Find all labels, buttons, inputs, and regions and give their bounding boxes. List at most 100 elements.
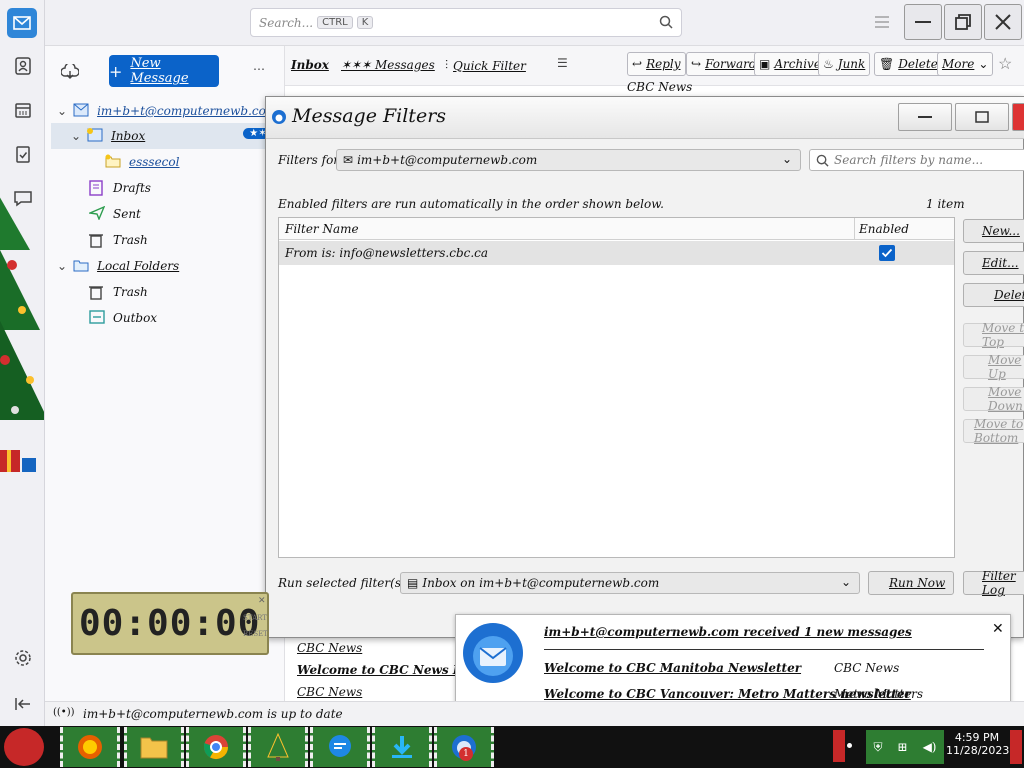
archive-button[interactable]: ▣ Archive (754, 52, 826, 76)
app-menu-icon[interactable] (875, 16, 889, 28)
security-alert-icon[interactable]: ⛨ (874, 740, 883, 755)
delete-button[interactable]: 🗑 Delete (874, 52, 943, 76)
taskbar-firefox[interactable] (60, 727, 120, 767)
junk-button[interactable]: ♨ Junk (818, 52, 871, 76)
account-select[interactable]: ✉ im+b+t@computernewb.com ⌄ (336, 149, 801, 171)
inbox-icon: ▤ (407, 576, 419, 590)
move-down-button[interactable]: Move Down (963, 385, 1024, 413)
more-button[interactable]: More ⌄ (937, 52, 994, 76)
thread-row-sender[interactable]: CBC News (297, 685, 362, 699)
star-icon[interactable]: ☆ (998, 54, 1012, 73)
taskbar-tree-app[interactable] (248, 727, 308, 767)
global-search-input[interactable]: Search... CTRL K (250, 8, 682, 37)
calendar-icon[interactable] (0, 88, 44, 132)
col-enabled[interactable]: Enabled (859, 222, 909, 236)
display-options-icon[interactable]: ☰ (557, 56, 568, 70)
volume-icon[interactable]: ◀) (923, 740, 937, 754)
account-row[interactable]: ⌄ im+b+t@computernewb.com (57, 98, 277, 124)
timer-start-button[interactable]: START (243, 614, 267, 622)
taskbar-explorer[interactable] (124, 727, 184, 767)
chevron-down-icon: ⌄ (71, 129, 82, 143)
get-messages-icon[interactable] (61, 64, 79, 80)
run-target-value: Inbox on im+b+t@computernewb.com (422, 576, 660, 590)
trash-icon (89, 232, 105, 248)
start-button[interactable] (4, 728, 44, 766)
trash-icon (89, 284, 105, 300)
quick-filter-label: Quick Filter (453, 58, 526, 73)
tree-icon (267, 733, 289, 761)
settings-icon[interactable] (0, 636, 44, 680)
folder-pane-menu-icon[interactable]: ⋯ (253, 62, 265, 76)
run-target-select[interactable]: ▤ Inbox on im+b+t@computernewb.com ⌄ (400, 572, 860, 594)
taskbar-badge: 1 (459, 747, 473, 761)
new-message-button[interactable]: + New Message (109, 55, 219, 87)
folder-icon (105, 154, 121, 170)
folder-drafts[interactable]: Drafts (89, 175, 151, 201)
quick-filter-button[interactable]: ⫶ Quick Filter (445, 58, 526, 73)
move-bottom-button[interactable]: Move to Bottom (963, 417, 1024, 445)
local-folders-row[interactable]: ⌄ Local Folders (57, 253, 179, 279)
dialog-close-button[interactable] (1012, 103, 1024, 131)
taskbar-downloader[interactable] (372, 727, 432, 767)
notification-sender: CBC News (834, 661, 900, 675)
filter-search-input[interactable]: Search filters by name... (809, 149, 1024, 171)
folder-inbox[interactable]: ⌄ Inbox ★✶✶ (51, 123, 281, 149)
timer-close-icon[interactable]: ✕ (258, 596, 266, 606)
folder-local-trash[interactable]: Trash (89, 279, 148, 305)
delete-filter-button[interactable]: Delete (963, 283, 1024, 307)
timer-display: 00:00:00 (79, 603, 261, 644)
clock-date: 11/28/2023 (946, 744, 1010, 757)
online-status-icon[interactable]: ((•)) (53, 707, 75, 718)
enabled-checkbox[interactable] (879, 245, 895, 261)
dialog-minimize-button[interactable] (898, 103, 952, 131)
folder-outbox[interactable]: Outbox (89, 305, 157, 331)
thread-row-sender[interactable]: Welcome to CBC News Po (297, 663, 469, 677)
folder-sent[interactable]: Sent (89, 201, 141, 227)
taskbar-chrome[interactable] (186, 727, 246, 767)
new-filter-button[interactable]: New... (963, 219, 1024, 243)
dialog-title: Message Filters (292, 105, 447, 127)
taskbar-clock[interactable]: 4:59 PM 11/28/2023 (946, 731, 1010, 765)
filters-description: Enabled filters are run automatically in… (278, 197, 664, 211)
chat-bubble-icon (329, 735, 351, 757)
folder-name: Inbox (291, 58, 329, 72)
collapse-spaces-icon[interactable] (0, 682, 44, 726)
folder-subfolder[interactable]: esssecol (105, 149, 179, 175)
close-icon[interactable]: ✕ (992, 621, 1004, 637)
folder-trash[interactable]: Trash (89, 227, 148, 253)
close-button[interactable] (984, 4, 1022, 40)
forward-icon: ↪ (691, 57, 702, 71)
reply-button[interactable]: ↩ Reply (627, 52, 686, 76)
filter-row[interactable]: From is: info@newsletters.cbc.ca (279, 241, 954, 265)
timer-reset-button[interactable]: RESET (243, 630, 268, 638)
filter-log-button[interactable]: Filter Log (963, 569, 1024, 597)
folder-icon (140, 737, 168, 759)
restore-button[interactable] (944, 4, 982, 40)
mail-space-button[interactable] (7, 8, 37, 38)
run-now-button[interactable]: Run Now (868, 571, 954, 595)
account-select-value: im+b+t@computernewb.com (357, 153, 538, 167)
minimize-button[interactable] (904, 4, 942, 40)
forward-button[interactable]: ↪ Forward (686, 52, 762, 76)
move-up-button[interactable]: Move Up (963, 353, 1024, 381)
move-top-button[interactable]: Move to Top (963, 321, 1024, 349)
notification-sender: Metro Matters (834, 687, 924, 701)
network-icon[interactable]: ⊞ (898, 740, 908, 754)
kbd-k: K (356, 16, 374, 29)
edit-filter-button[interactable]: Edit... (963, 251, 1024, 275)
col-filter-name[interactable]: Filter Name (285, 222, 359, 236)
chrome-icon (204, 735, 228, 760)
address-book-icon[interactable] (0, 44, 44, 88)
firefox-icon (78, 735, 102, 759)
taskbar-chat-app[interactable] (310, 727, 370, 767)
delete-filter-label: Delete (994, 288, 1024, 302)
inbox-icon (87, 128, 103, 144)
sent-icon (89, 206, 105, 222)
thunderbird-logo-icon (458, 618, 528, 688)
folder-label: Sent (113, 207, 141, 221)
dialog-maximize-button[interactable] (955, 103, 1009, 131)
taskbar-thunderbird[interactable]: 1 (434, 727, 494, 767)
thread-row-sender[interactable]: CBC News (297, 641, 362, 655)
show-desktop-button[interactable] (1010, 730, 1022, 764)
filters-for-label: Filters for: (278, 153, 344, 167)
